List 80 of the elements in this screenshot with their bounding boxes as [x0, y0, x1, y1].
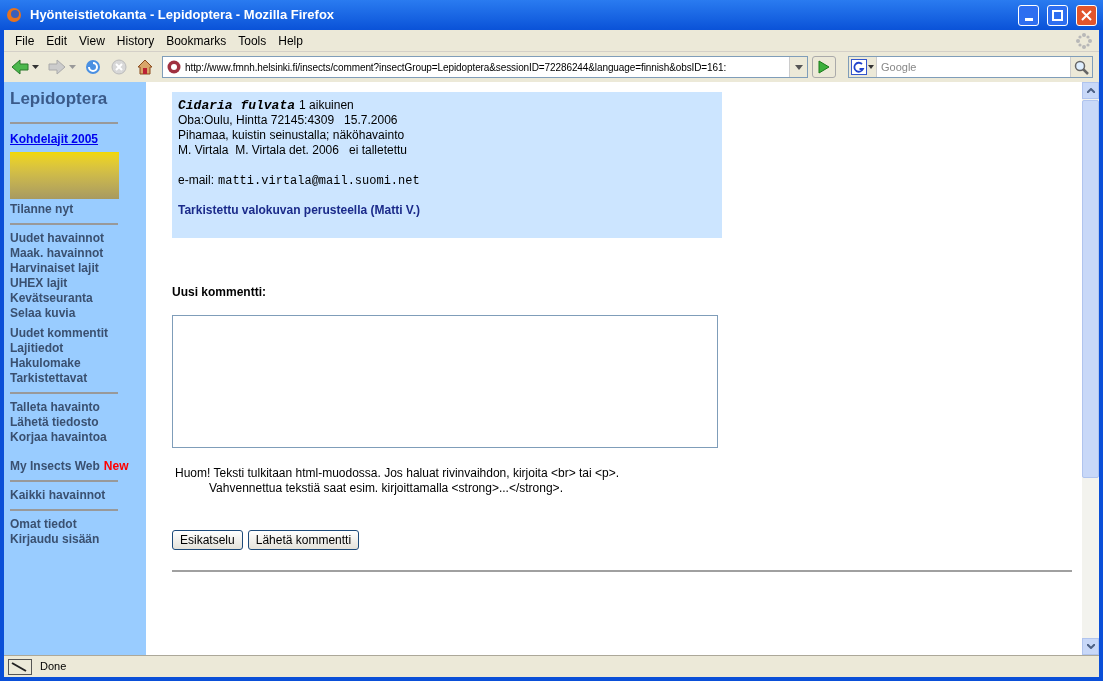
sidebar-item[interactable]: Uudet havainnot	[10, 230, 104, 246]
reload-icon	[84, 58, 102, 76]
sidebar-item[interactable]: Kirjaudu sisään	[10, 531, 100, 547]
sidebar-item[interactable]: Selaa kuvia	[10, 305, 76, 321]
scroll-up-button[interactable]	[1082, 82, 1099, 99]
menu-item[interactable]: History	[111, 31, 160, 50]
sidebar-item[interactable]: Tarkistettavat	[10, 370, 88, 386]
menu-item[interactable]: View	[74, 31, 110, 50]
play-icon	[818, 60, 830, 74]
help-text: Huom! Teksti tulkitaan html-muodossa. Jos haluat rivinvaihdon, kirjoita <br> tai <p>.	[175, 466, 619, 481]
maximize-button[interactable]	[1047, 4, 1068, 26]
minimize-icon	[1024, 17, 1033, 21]
menu-item[interactable]: Bookmarks	[161, 31, 232, 50]
new-label: New	[103, 458, 129, 474]
search-input[interactable]: Google	[877, 58, 1070, 76]
sidebar-item[interactable]: Kevätseuranta	[10, 290, 93, 306]
window-title: Hyönteistietokanta - Lepidoptera - Mozilla Firefox	[30, 6, 336, 25]
history-dropdown[interactable]	[789, 57, 807, 77]
forward-arrow-icon	[47, 58, 67, 76]
sidebar-link[interactable]: Kohdelajit 2005	[10, 129, 99, 148]
sidebar-item[interactable]: UHEX lajit	[10, 275, 68, 291]
count-text: 1 aikuinen	[299, 98, 354, 113]
observation-detail: Oba:Oulu, Hintta 72145:4309 15.7.2006	[178, 113, 398, 128]
menu-item[interactable]: Edit	[41, 31, 73, 50]
stop-icon	[110, 58, 128, 76]
menu-item[interactable]: File	[10, 31, 40, 50]
sidebar-title: Lepidoptera	[10, 88, 109, 110]
observation-detail: Pihamaa, kuistin seinustalla; näköhavainto	[178, 128, 405, 143]
home-button[interactable]	[136, 58, 154, 76]
site-icon	[166, 59, 182, 75]
sidebar-item[interactable]: Maak. havainnot	[10, 245, 104, 261]
comment-label: Uusi kommentti:	[172, 284, 267, 301]
form-button[interactable]: Lähetä kommentti	[247, 530, 360, 550]
comment-field[interactable]	[172, 315, 718, 448]
close-icon	[1081, 9, 1092, 21]
chevron-up-icon	[1086, 88, 1095, 93]
caret-icon	[69, 65, 76, 69]
search-icon	[1074, 59, 1089, 75]
help-text: Vahvennettua tekstiä saat esim. kirjoittamalla <strong>...</strong>.	[208, 481, 563, 496]
species-name: Cidaria fulvata	[178, 98, 296, 113]
sidebar-item[interactable]: Harvinaiset lajit	[10, 260, 99, 276]
status-text: Done	[40, 659, 67, 675]
caret-icon	[868, 65, 874, 69]
close-button[interactable]	[1076, 4, 1097, 26]
scroll-thumb[interactable]	[1082, 100, 1099, 478]
back-arrow-icon	[10, 58, 30, 76]
maximize-icon	[1052, 9, 1063, 21]
home-icon	[136, 58, 154, 76]
reload-button[interactable]	[84, 58, 102, 76]
sidebar-item[interactable]: My Insects Web	[10, 458, 100, 474]
search-button[interactable]	[1070, 57, 1092, 77]
verification-note: Tarkistettu valokuvan perusteella (Matti V.)	[178, 203, 422, 218]
sidebar-item[interactable]: Hakulomake	[10, 355, 81, 371]
scroll-down-button[interactable]	[1082, 638, 1099, 655]
google-logo-icon	[851, 59, 867, 75]
sidebar-item[interactable]: Lajitiedot	[10, 340, 64, 356]
observation-detail: M. Virtala M. Virtala det. 2006 ei talletettu	[178, 143, 407, 158]
minimize-button[interactable]	[1018, 4, 1039, 26]
sidebar-item[interactable]: Omat tiedot	[10, 516, 77, 532]
menu-item[interactable]: Tools	[233, 31, 272, 50]
sidebar-item[interactable]: Korjaa havaintoa	[10, 429, 107, 445]
back-button[interactable]	[10, 58, 39, 76]
sidebar-item[interactable]: Tilanne nyt	[10, 201, 74, 217]
chevron-down-icon	[1086, 644, 1095, 649]
caret-icon	[32, 65, 39, 69]
form-button[interactable]: Esikatselu	[172, 530, 243, 550]
throbber-icon	[1075, 31, 1093, 50]
search-field[interactable]: Google	[848, 56, 1093, 78]
url-text: http://www.fmnh.helsinki.fi/insects/comment?insectGroup=Lepidoptera&sessionID=72286244&language=finnish&obsID=161:	[185, 60, 728, 75]
search-engine-button[interactable]	[849, 57, 877, 77]
email-label: e-mail:	[178, 173, 214, 188]
menu-item[interactable]: Help	[273, 31, 308, 50]
address-bar[interactable]: http://www.fmnh.helsinki.fi/insects/comment?insectGroup=Lepidoptera&sessionID=72286244&language=finnish&obsID=161:	[162, 56, 808, 78]
sidebar-item[interactable]: Talleta havainto	[10, 399, 100, 415]
sidebar-item[interactable]: Kaikki havainnot	[10, 487, 106, 503]
sidebar-item[interactable]: Uudet kommentit	[10, 325, 108, 341]
caret-icon	[794, 64, 803, 70]
sidebar-item[interactable]: Lähetä tiedosto	[10, 414, 99, 430]
go-button[interactable]	[812, 56, 836, 78]
email-address: matti.virtala@mail.suomi.net	[218, 174, 420, 189]
